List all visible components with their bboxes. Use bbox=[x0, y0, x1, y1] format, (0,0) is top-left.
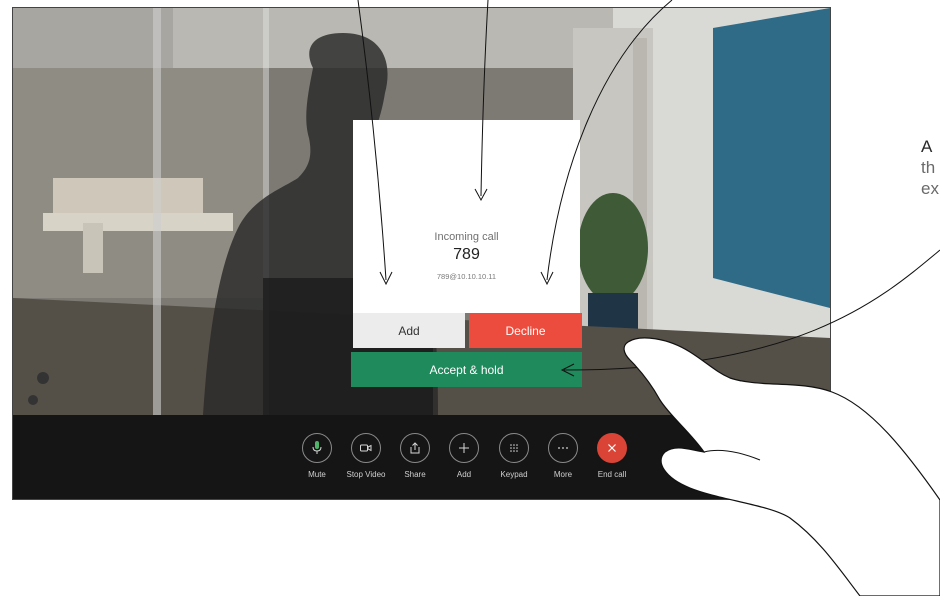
callout-line-1: A bbox=[921, 137, 933, 156]
caller-number: 789 bbox=[453, 246, 480, 263]
add-button[interactable]: Add bbox=[353, 313, 465, 348]
share-button[interactable] bbox=[400, 433, 430, 463]
accept-hold-button[interactable]: Accept & hold bbox=[351, 352, 582, 387]
end-call-button[interactable] bbox=[597, 433, 627, 463]
end-call-label: End call bbox=[597, 470, 627, 479]
callout-line-2: th bbox=[921, 158, 936, 177]
more-button[interactable] bbox=[548, 433, 578, 463]
close-icon bbox=[608, 444, 616, 452]
callout-text: A th ex bbox=[921, 136, 939, 199]
stop-video-button[interactable] bbox=[351, 433, 381, 463]
more-icon bbox=[558, 447, 568, 449]
share-icon bbox=[410, 442, 420, 454]
keypad-button[interactable] bbox=[499, 433, 529, 463]
caller-uri: 789@10.10.10.11 bbox=[436, 272, 497, 281]
callout-line-3: ex bbox=[921, 179, 939, 198]
plus-icon bbox=[459, 443, 469, 453]
mute-button[interactable] bbox=[302, 433, 332, 463]
decline-button[interactable]: Decline bbox=[469, 313, 582, 348]
add-participant-button[interactable] bbox=[449, 433, 479, 463]
incoming-call-title: Incoming call bbox=[434, 231, 499, 243]
video-camera-icon bbox=[360, 444, 372, 452]
call-toolbar: Mute Stop Video Share Add Keypad More En… bbox=[13, 415, 830, 499]
incoming-call-dialog: Incoming call 789 789@10.10.10.11 bbox=[353, 120, 580, 313]
microphone-icon bbox=[312, 441, 322, 454]
keypad-icon bbox=[510, 444, 518, 452]
